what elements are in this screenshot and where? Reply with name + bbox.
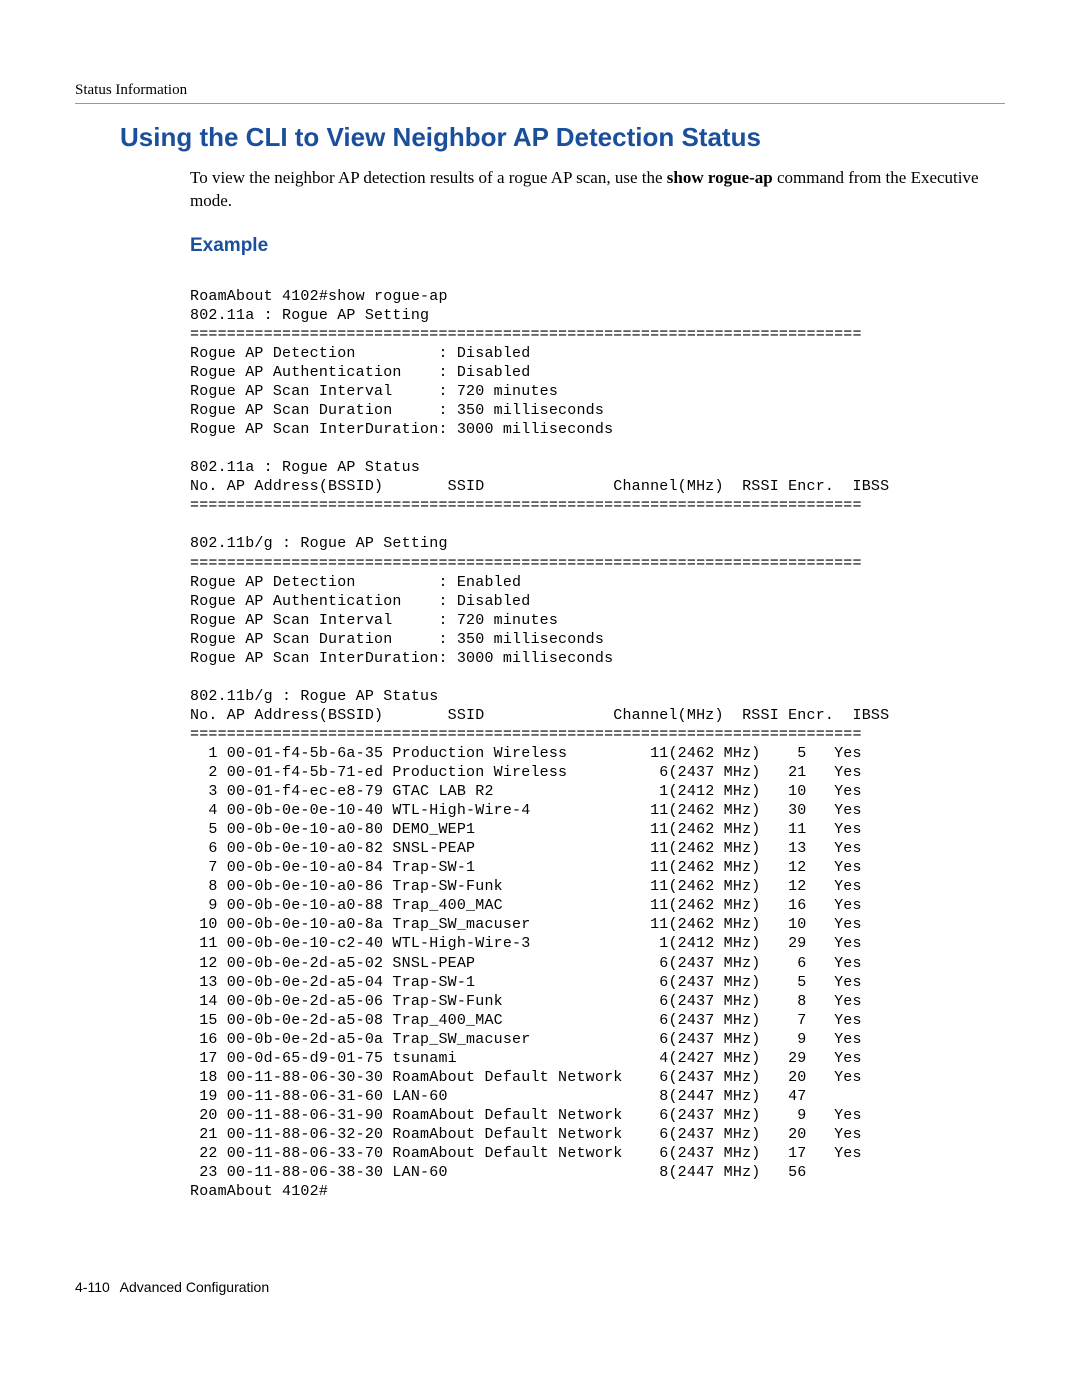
page-label: Advanced Configuration <box>120 1279 269 1295</box>
cli-output: RoamAbout 4102#show rogue-ap 802.11a : R… <box>190 287 1005 1201</box>
intro-text-pre: To view the neighbor AP detection result… <box>190 168 667 187</box>
page-number: 4-110 <box>75 1279 110 1295</box>
section-title: Using the CLI to View Neighbor AP Detect… <box>120 122 1005 153</box>
intro-paragraph: To view the neighbor AP detection result… <box>190 167 1005 213</box>
page-footer: 4-110 Advanced Configuration <box>75 1279 1005 1295</box>
example-heading: Example <box>190 235 1005 257</box>
intro-command: show rogue-ap <box>667 168 773 187</box>
running-head: Status Information <box>75 82 1005 104</box>
